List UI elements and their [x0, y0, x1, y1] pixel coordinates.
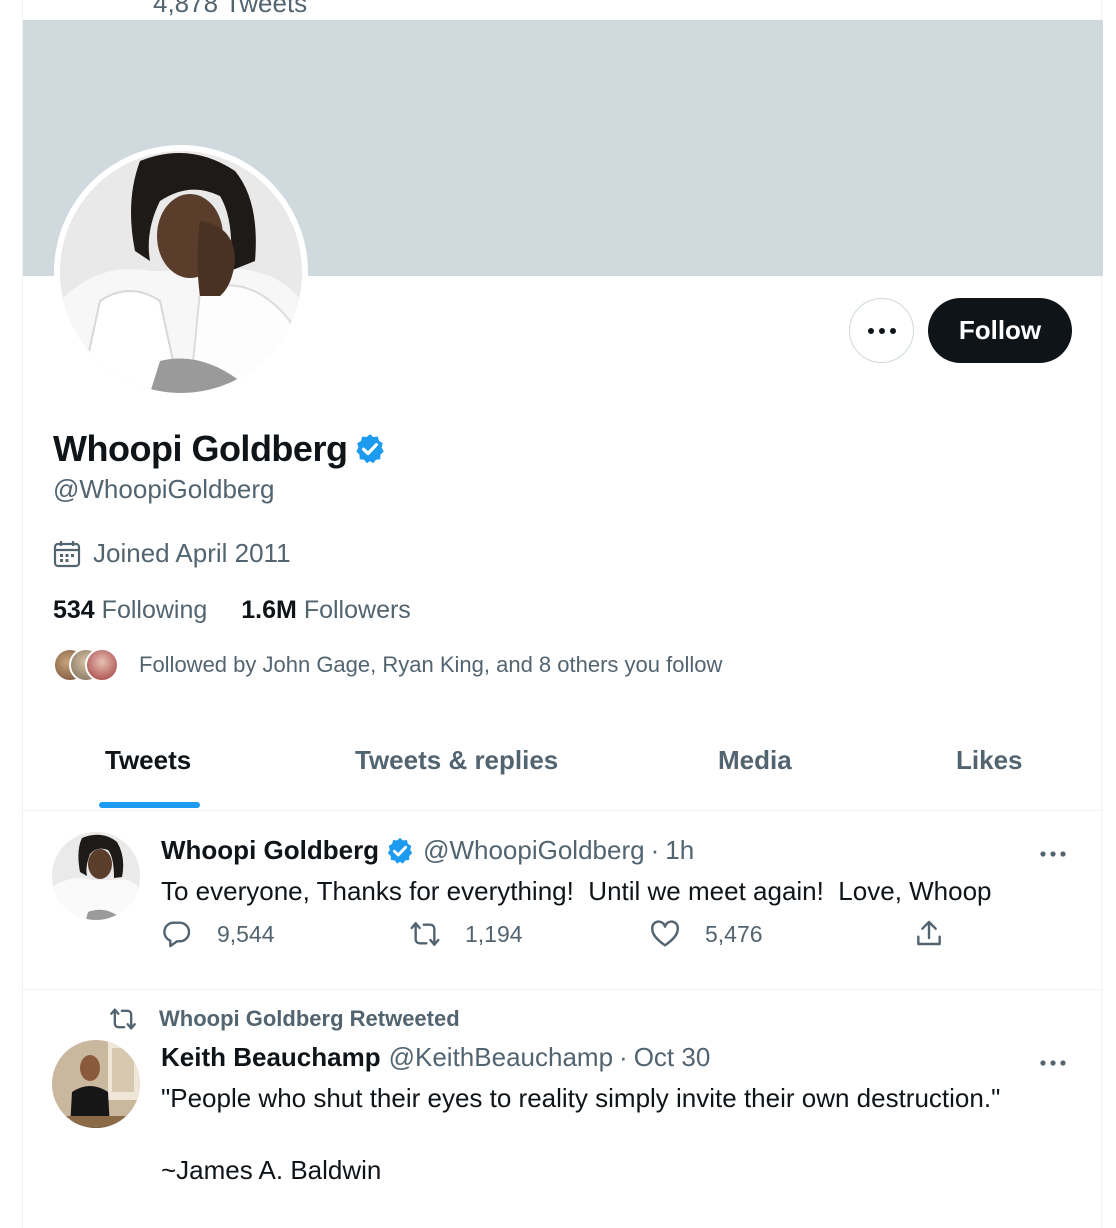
- tab-likes[interactable]: Likes: [956, 745, 1023, 776]
- profile-name-row: Whoopi Goldberg: [53, 428, 387, 470]
- tweet-author-handle[interactable]: @KeithBeauchamp: [389, 1042, 613, 1073]
- tweet-count: 4,878 Tweets: [153, 0, 308, 18]
- tweet-actions: 9,544 1,194 5,476: [161, 918, 941, 958]
- joined-text: Joined April 2011: [93, 538, 291, 568]
- verified-badge-icon: [387, 837, 413, 864]
- tweet-author-handle[interactable]: @WhoopiGoldberg: [423, 835, 645, 866]
- followed-by-text: Followed by John Gage, Ryan King, and 8 …: [139, 652, 723, 677]
- share-button[interactable]: [913, 918, 969, 950]
- like-button[interactable]: 5,476: [649, 918, 763, 950]
- retweet-icon: [410, 922, 440, 946]
- joined-date: Joined April 2011: [53, 538, 291, 569]
- tab-tweets[interactable]: Tweets: [105, 745, 191, 776]
- calendar-icon: [53, 540, 81, 567]
- display-name: Whoopi Goldberg: [53, 428, 348, 469]
- tweet-more-button[interactable]: [1039, 845, 1067, 863]
- more-icon: [867, 327, 896, 334]
- active-tab-indicator: [99, 802, 200, 808]
- followers-count: 1.6M: [241, 596, 297, 624]
- reply-button[interactable]: 9,544: [161, 918, 275, 950]
- followers-label: Followers: [303, 596, 411, 624]
- tweet-time[interactable]: Oct 30: [634, 1042, 711, 1073]
- profile-tabs: Tweets Tweets & replies Media Likes: [23, 725, 1103, 811]
- more-icon: [1040, 851, 1066, 857]
- following-link[interactable]: 534 Following: [53, 596, 207, 625]
- tweet[interactable]: Whoopi Goldberg @WhoopiGoldberg · 1h To …: [23, 811, 1103, 990]
- tab-media[interactable]: Media: [718, 745, 792, 776]
- followed-by-row[interactable]: Followed by John Gage, Ryan King, and 8 …: [53, 648, 722, 682]
- tweet-text: "People who shut their eyes to reality s…: [161, 1083, 1001, 1185]
- tweet-author-avatar[interactable]: [52, 832, 140, 920]
- verified-badge-icon[interactable]: [353, 432, 387, 466]
- retweet-button[interactable]: 1,194: [409, 918, 523, 950]
- tweet[interactable]: Keith Beauchamp @KeithBeauchamp · Oct 30…: [23, 990, 1103, 1228]
- profile-avatar[interactable]: [54, 145, 308, 399]
- follow-stats: 534 Following 1.6M Followers: [53, 596, 445, 625]
- tab-tweets-replies[interactable]: Tweets & replies: [355, 745, 558, 776]
- tweet-header: Whoopi Goldberg @WhoopiGoldberg · 1h: [161, 835, 694, 866]
- profile-column: 4,878 Tweets Follow Whoopi Goldberg @Who…: [22, 0, 1103, 1228]
- following-count: 534: [53, 596, 95, 624]
- following-label: Following: [101, 596, 208, 624]
- tweet-more-button[interactable]: [1039, 1054, 1067, 1072]
- share-icon: [917, 920, 941, 946]
- retweet-count: 1,194: [465, 920, 523, 947]
- tweet-time[interactable]: 1h: [665, 835, 694, 866]
- followers-link[interactable]: 1.6M Followers: [241, 596, 411, 625]
- header-strip: 4,878 Tweets: [23, 0, 1103, 20]
- more-options-button[interactable]: [849, 298, 914, 363]
- followed-by-avatars: [53, 648, 119, 682]
- tweet-separator: ·: [619, 1042, 628, 1072]
- tweet-author-name[interactable]: Whoopi Goldberg: [161, 835, 379, 866]
- more-icon: [1040, 1060, 1066, 1066]
- tweet-header: Keith Beauchamp @KeithBeauchamp · Oct 30: [161, 1042, 710, 1073]
- profile-photo: [60, 151, 302, 393]
- follower-avatar: [85, 648, 119, 682]
- tweet-author-name[interactable]: Keith Beauchamp: [161, 1042, 381, 1073]
- reply-count: 9,544: [217, 920, 275, 947]
- like-count: 5,476: [705, 920, 763, 947]
- tweet-separator: ·: [650, 835, 660, 865]
- profile-handle: @WhoopiGoldberg: [53, 474, 275, 504]
- tweet-author-avatar[interactable]: [52, 1040, 140, 1128]
- tweet-text: To everyone, Thanks for everything! Unti…: [161, 876, 992, 906]
- reply-icon: [163, 921, 191, 948]
- like-icon: [651, 920, 679, 947]
- follow-button[interactable]: Follow: [928, 298, 1072, 363]
